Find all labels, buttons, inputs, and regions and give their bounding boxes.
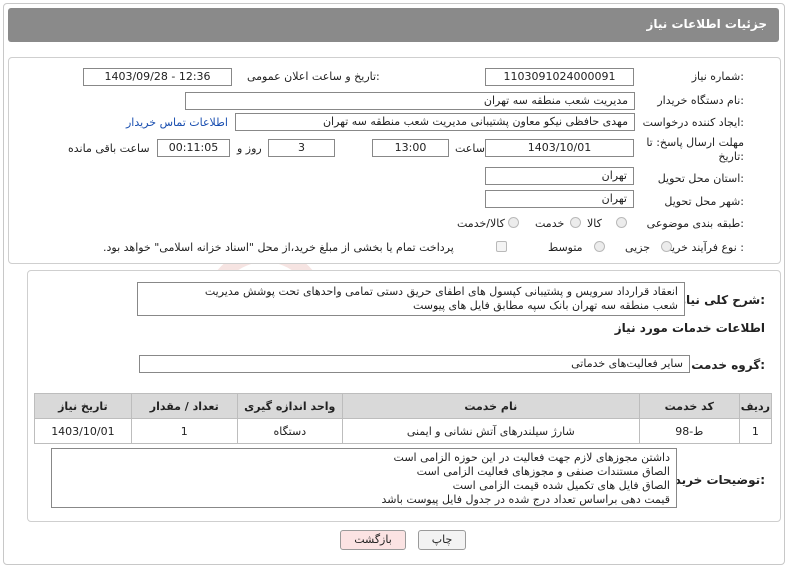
announce-datetime-label: تاریخ و ساعت اعلان عمومی: <box>247 70 380 83</box>
remaining-time-label: ساعت باقی مانده <box>68 142 150 155</box>
deadline-time-field[interactable]: 13:00 <box>372 139 449 157</box>
category-option-goods-service: کالا/خدمت <box>457 217 505 230</box>
treasury-payment-note: پرداخت تمام یا بخشی از مبلغ خرید،از محل … <box>103 241 454 254</box>
summary-textarea[interactable]: انعقاد قرارداد سرویس و پشتیبانی کپسول ها… <box>137 282 685 316</box>
delivery-city-label: شهر محل تحویل: <box>664 195 744 208</box>
col-row: ردیف <box>738 393 773 419</box>
page-title: جزئیات اطلاعات نیاز <box>646 17 767 31</box>
buyer-note-line-1: داشتن مجوزهای لازم جهت فعالیت در این حوز… <box>393 451 670 464</box>
need-number-field[interactable]: 1103091024000091 <box>485 68 634 86</box>
buyer-note-line-2: الصاق مستندات صنفی و مجوزهای فعالیت الزا… <box>416 465 670 478</box>
category-label: طبقه بندی موضوعی: <box>646 217 744 230</box>
category-option-goods: کالا <box>587 217 602 230</box>
deadline-label-line2: تاریخ: <box>718 150 744 163</box>
service-group-field[interactable]: سایر فعالیت‌های خدماتی <box>139 355 690 373</box>
col-quantity: تعداد / مقدار <box>130 393 238 419</box>
purchase-type-label: نوع فرآیند خرید : <box>666 241 744 254</box>
deadline-label-line1: مهلت ارسال پاسخ: تا <box>646 136 744 149</box>
buyer-notes-label: توضیحات خریدار: <box>663 473 765 487</box>
delivery-province-field[interactable]: تهران <box>485 167 634 185</box>
deadline-days-label: روز و <box>237 142 262 155</box>
summary-line-1: انعقاد قرارداد سرویس و پشتیبانی کپسول ها… <box>204 285 678 298</box>
category-radio-service[interactable] <box>570 217 581 228</box>
cell-quantity: 1 <box>130 418 238 444</box>
buyer-notes-textarea[interactable]: داشتن مجوزهای لازم جهت فعالیت در این حوز… <box>51 448 677 508</box>
buyer-note-line-3: الصاق فایل های تکمیل شده قیمت الزامی است <box>452 479 670 492</box>
purchase-option-medium: متوسط <box>548 241 583 254</box>
buyer-org-label: نام دستگاه خریدار: <box>657 94 744 107</box>
deadline-time-label: ساعت <box>455 142 485 155</box>
cell-need-date: 1403/10/01 <box>34 418 132 444</box>
treasury-payment-checkbox[interactable] <box>496 241 507 252</box>
purchase-option-minor: جزیی <box>625 241 651 254</box>
table-header-row: ردیف کد خدمت نام خدمت واحد اندازه گیری ت… <box>34 393 773 419</box>
category-option-service: خدمت <box>535 217 565 230</box>
services-table: ردیف کد خدمت نام خدمت واحد اندازه گیری ت… <box>34 393 773 444</box>
delivery-city-field[interactable]: تهران <box>485 190 634 208</box>
remaining-time-field[interactable]: 00:11:05 <box>157 139 230 157</box>
buyer-org-field[interactable]: مدیریت شعب منطقه سه تهران <box>185 92 635 110</box>
delivery-province-label: استان محل تحویل: <box>657 172 744 185</box>
cell-service-code: ط-98 <box>638 418 740 444</box>
requester-field[interactable]: مهدی حافظی نیکو معاون پشتیبانی مدیریت شع… <box>235 113 635 131</box>
col-service-name: نام خدمت <box>341 393 640 419</box>
cell-service-name: شارژ سیلندرهای آتش نشانی و ایمنی <box>341 418 640 444</box>
service-group-label: گروه خدمت: <box>691 358 765 372</box>
table-row: 1 ط-98 شارژ سیلندرهای آتش نشانی و ایمنی … <box>34 418 773 444</box>
summary-line-2: شعب منطقه سه تهران بانک سپه مطابق فایل ه… <box>412 299 678 312</box>
announce-datetime-field[interactable]: 1403/09/28 - 12:36 <box>83 68 232 86</box>
col-unit: واحد اندازه گیری <box>236 393 343 419</box>
col-service-code: کد خدمت <box>638 393 740 419</box>
back-button[interactable]: بازگشت <box>340 530 406 550</box>
requester-label: ایجاد کننده درخواست: <box>642 116 744 129</box>
category-radio-goods-service[interactable] <box>508 217 519 228</box>
need-number-label: شماره نیاز: <box>691 70 744 83</box>
purchase-radio-medium[interactable] <box>594 241 605 252</box>
info-panel <box>8 57 781 264</box>
services-section-title: اطلاعات خدمات مورد نیاز <box>614 321 765 335</box>
col-need-date: تاریخ نیاز <box>34 393 132 419</box>
print-button[interactable]: چاپ <box>418 530 466 550</box>
cell-unit: دستگاه <box>236 418 343 444</box>
buyer-contact-link[interactable]: اطلاعات تماس خریدار <box>126 116 228 129</box>
category-radio-goods[interactable] <box>616 217 627 228</box>
cell-row: 1 <box>738 418 773 444</box>
deadline-days-field[interactable]: 3 <box>268 139 335 157</box>
summary-label: شرح کلی نیاز: <box>679 293 765 307</box>
page-header: جزئیات اطلاعات نیاز <box>8 8 779 42</box>
purchase-radio-minor[interactable] <box>661 241 672 252</box>
buyer-note-line-4: قیمت دهی براساس تعداد درج شده در جدول فا… <box>381 493 671 506</box>
deadline-date-field[interactable]: 1403/10/01 <box>485 139 634 157</box>
